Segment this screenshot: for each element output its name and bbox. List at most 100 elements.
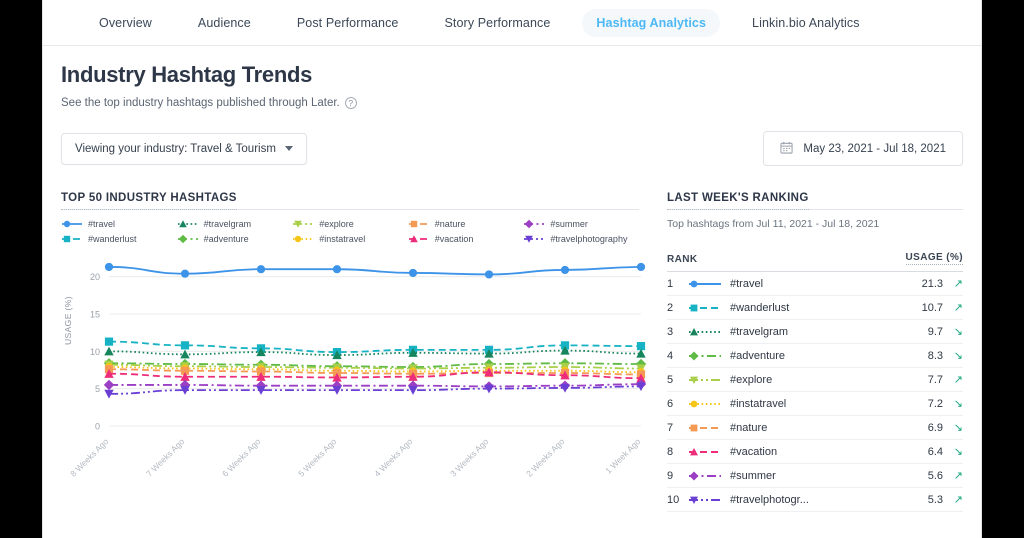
ranking-usage-value: 7.2 xyxy=(927,397,943,410)
chart-data-point[interactable] xyxy=(408,268,418,278)
ranking-col-rank: RANK xyxy=(667,254,698,265)
legend-item-nature[interactable]: #nature xyxy=(408,219,524,229)
chart-data-point[interactable] xyxy=(180,269,190,278)
analytics-page: Overview Audience Post Performance Story Pe… xyxy=(42,0,982,538)
ranking-position: 7 xyxy=(667,421,674,434)
legend-item-travelgram[interactable]: #travelgram xyxy=(177,219,293,229)
chart-x-tick: 8 Weeks Ago xyxy=(68,436,111,479)
ranking-usage-value: 10.7 xyxy=(921,301,943,314)
chart-data-point[interactable] xyxy=(104,262,114,272)
chart-x-tick: 1 Week Ago xyxy=(603,436,643,476)
legend-label: #explore xyxy=(319,219,354,229)
ranking-panel-title: LAST WEEK'S RANKING xyxy=(667,192,809,210)
page-header: Industry Hashtag Trends See the top indu… xyxy=(43,46,981,109)
ranking-row[interactable]: 9 #summer 5.6 ↗ xyxy=(667,464,963,488)
legend-item-travelphotography[interactable]: #travelphotography xyxy=(523,234,639,244)
ranking-hashtag: #travelphotogr... xyxy=(730,493,809,506)
ranking-series-swatch xyxy=(689,280,721,287)
trend-up-arrow-icon: ↗ xyxy=(953,302,963,314)
trend-down-arrow-icon: ↘ xyxy=(953,422,963,434)
chart-x-tick: 4 Weeks Ago xyxy=(372,436,415,479)
chart-y-tick: 20 xyxy=(90,272,100,282)
industry-selector-dropdown[interactable]: Viewing your industry: Travel & Tourism xyxy=(61,132,307,165)
nav-tab-linkin-bio-analytics[interactable]: Linkin.bio Analytics xyxy=(738,9,874,37)
chart-data-point[interactable] xyxy=(332,265,342,274)
ranking-series-swatch xyxy=(689,496,721,504)
chart-y-tick: 15 xyxy=(90,310,100,320)
chart-data-point[interactable] xyxy=(560,265,570,275)
ranking-row[interactable]: 7 #nature 6.9 ↘ xyxy=(667,416,963,440)
ranking-series-swatch xyxy=(689,327,721,335)
legend-item-explore[interactable]: #explore xyxy=(292,219,408,229)
date-range-picker[interactable]: May 23, 2021 - Jul 18, 2021 xyxy=(763,131,963,166)
ranking-row[interactable]: 5 #explore 7.7 ↗ xyxy=(667,368,963,392)
chart-data-point[interactable] xyxy=(180,341,190,350)
ranking-position: 10 xyxy=(667,493,680,506)
ranking-row[interactable]: 3 #travelgram 9.7 ↘ xyxy=(667,320,963,344)
ranking-hashtag: #vacation xyxy=(730,445,778,458)
ranking-row[interactable]: 8 #vacation 6.4 ↘ xyxy=(667,440,963,464)
chart-data-point[interactable] xyxy=(408,386,418,395)
trend-up-arrow-icon: ↗ xyxy=(953,278,963,290)
ranking-usage-value: 7.7 xyxy=(927,373,943,386)
chart-y-tick: 10 xyxy=(90,347,100,357)
trend-up-arrow-icon: ↗ xyxy=(953,494,963,506)
legend-label: #adventure xyxy=(203,234,249,244)
ranking-col-usage: USAGE (%) xyxy=(905,252,963,265)
trend-up-arrow-icon: ↗ xyxy=(953,374,963,386)
ranking-hashtag: #nature xyxy=(730,421,768,434)
nav-tab-overview[interactable]: Overview xyxy=(85,9,166,37)
trend-down-arrow-icon: ↘ xyxy=(953,446,963,458)
legend-swatch-wanderlust xyxy=(62,235,82,243)
ranking-usage-value: 5.3 xyxy=(927,493,943,506)
chart-data-point[interactable] xyxy=(104,337,114,346)
date-range-label: May 23, 2021 - Jul 18, 2021 xyxy=(803,142,946,155)
filter-row: Viewing your industry: Travel & Tourism … xyxy=(43,131,981,166)
main-navigation: Overview Audience Post Performance Story Pe… xyxy=(43,0,981,46)
legend-item-instatravel[interactable]: #instatravel xyxy=(292,234,408,244)
content-columns: TOP 50 INDUSTRY HASHTAGS #travel #wanderl… xyxy=(43,188,981,512)
ranking-series-swatch xyxy=(689,447,721,455)
legend-item-wanderlust[interactable]: #wanderlust xyxy=(61,234,177,244)
legend-label: #summer xyxy=(550,219,588,229)
nav-tab-hashtag-analytics[interactable]: Hashtag Analytics xyxy=(582,8,721,37)
chart-x-tick: 5 Weeks Ago xyxy=(296,436,339,479)
ranking-row[interactable]: 1 #travel 21.3 ↗ xyxy=(667,272,963,296)
legend-label: #vacation xyxy=(434,234,474,244)
ranking-table-body: 1 #travel 21.3 ↗ 2 #wanderlust 10.7 ↗ 3 #travelgr… xyxy=(667,272,963,512)
question-mark-circle-icon[interactable]: ? xyxy=(344,97,357,109)
nav-tab-post-performance[interactable]: Post Performance xyxy=(283,9,413,37)
ranking-table-header: RANK USAGE (%) xyxy=(667,252,963,272)
ranking-row[interactable]: 10 #travelphotogr... 5.3 ↗ xyxy=(667,488,963,512)
ranking-hashtag: #summer xyxy=(730,469,776,482)
chevron-down-icon xyxy=(284,146,293,151)
ranking-position: 4 xyxy=(667,349,674,362)
legend-label: #travelphotography xyxy=(550,234,628,244)
chart-data-point[interactable] xyxy=(636,262,646,272)
ranking-position: 3 xyxy=(667,325,674,338)
industry-selector-label: Viewing your industry: Travel & Tourism xyxy=(75,142,276,155)
ranking-usage-value: 6.4 xyxy=(927,445,943,458)
nav-tab-audience[interactable]: Audience xyxy=(184,9,265,37)
legend-swatch-travel xyxy=(62,220,82,228)
chart-x-tick: 6 Weeks Ago xyxy=(220,436,263,479)
nav-tab-story-performance[interactable]: Story Performance xyxy=(431,9,565,37)
ranking-series-swatch xyxy=(689,304,721,311)
ranking-usage-value: 5.6 xyxy=(927,469,943,482)
calendar-icon xyxy=(780,141,794,156)
ranking-row[interactable]: 6 #instatravel 7.2 ↘ xyxy=(667,392,963,416)
ranking-panel-subtitle: Top hashtags from Jul 11, 2021 - Jul 18,… xyxy=(667,218,880,230)
hashtag-trend-line-chart[interactable]: 0 5 10 15 20 8 Weeks Ago 7 Weeks Ago 6 Weeks Ag… xyxy=(61,250,653,490)
chart-data-point[interactable] xyxy=(484,270,494,279)
ranking-hashtag: #explore xyxy=(730,373,773,386)
ranking-row[interactable]: 2 #wanderlust 10.7 ↗ xyxy=(667,296,963,320)
ranking-row[interactable]: 4 #adventure 8.3 ↘ xyxy=(667,344,963,368)
legend-swatch-instatravel xyxy=(293,235,314,243)
legend-item-adventure[interactable]: #adventure xyxy=(177,234,293,244)
chart-data-point[interactable] xyxy=(256,265,266,274)
legend-item-summer[interactable]: #summer xyxy=(523,219,639,229)
chart-legend: #travel #wanderlust #travelgram #adventure #… xyxy=(61,219,639,244)
legend-item-travel[interactable]: #travel xyxy=(61,219,177,229)
ranking-series-swatch xyxy=(689,471,721,480)
legend-item-vacation[interactable]: #vacation xyxy=(408,234,524,244)
